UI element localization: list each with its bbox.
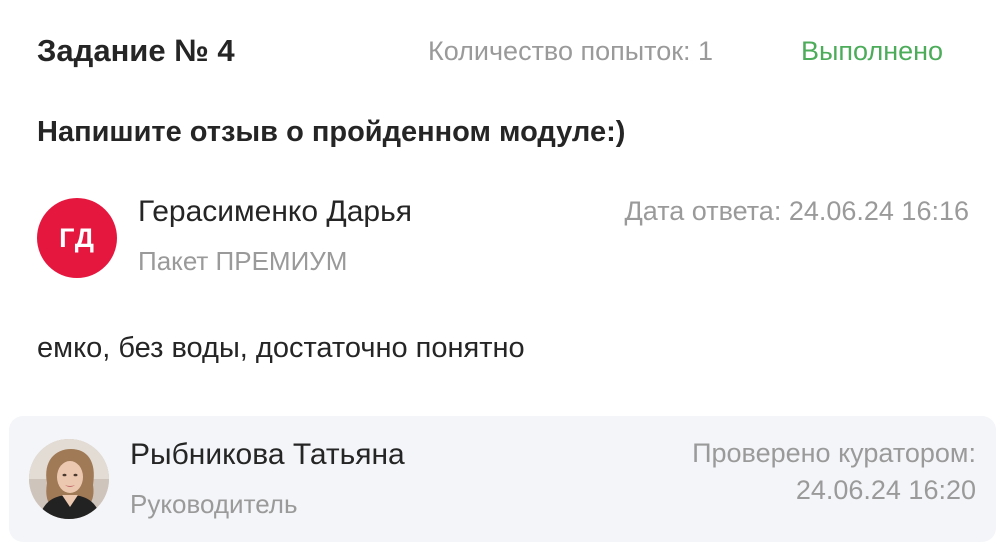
task-question: Напишите отзыв о пройденном модуле:) [37, 116, 626, 148]
user-photo-icon [29, 439, 109, 519]
author-avatar: ГД [37, 198, 117, 278]
task-title: Задание № 4 [37, 33, 235, 68]
checked-date: 24.06.24 16:20 [795, 475, 976, 505]
reviewer-name: Рыбникова Татьяна [130, 438, 405, 471]
checked-label: Проверено куратором: [692, 438, 976, 468]
author-name: Герасименко Дарья [138, 195, 412, 228]
reviewer-avatar [29, 439, 109, 519]
task-card: Задание № 4 Количество попыток: 1 Выполн… [0, 0, 1003, 559]
reviewer-role: Руководитель [130, 489, 298, 519]
attempts-count: Количество попыток: 1 [428, 36, 714, 66]
curator-review: Рыбникова Татьяна Руководитель Проверено… [9, 416, 996, 542]
author-initials: ГД [59, 222, 95, 253]
status-badge: Выполнено [801, 36, 944, 66]
author-package: Пакет ПРЕМИУМ [138, 246, 348, 276]
answer-date: Дата ответа: 24.06.24 16:16 [624, 196, 970, 226]
answer-text: емко, без воды, достаточно понятно [37, 332, 525, 364]
